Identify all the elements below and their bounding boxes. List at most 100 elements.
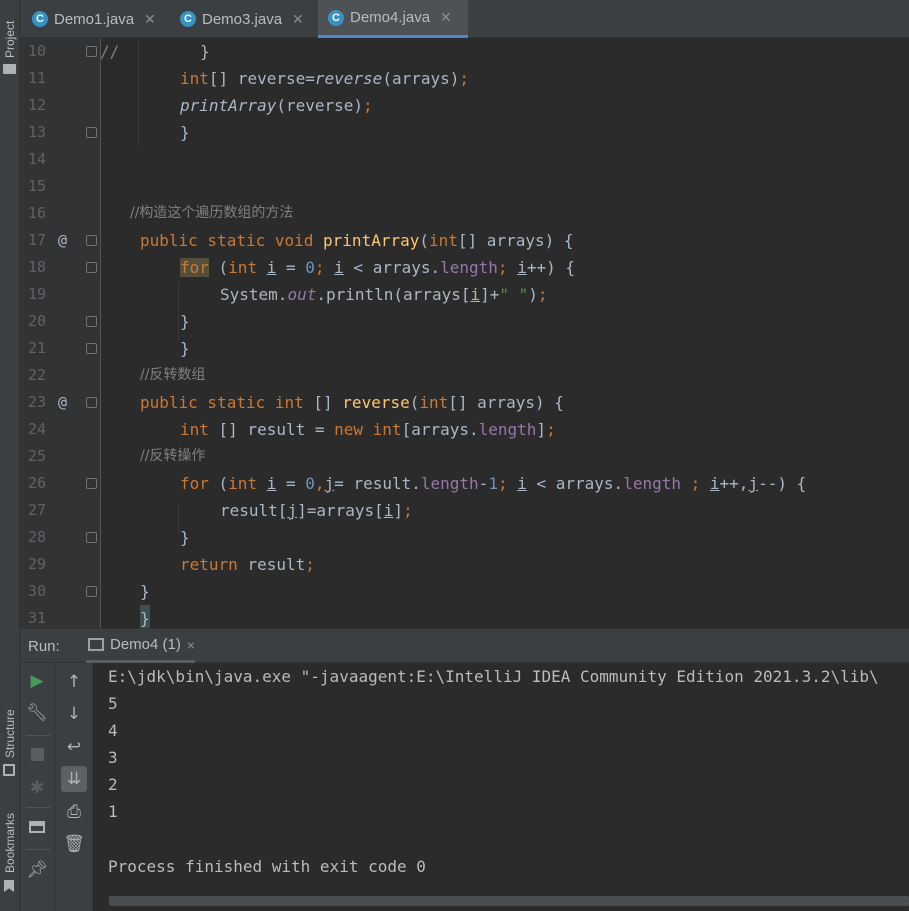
console-command-line: E:\jdk\bin\java.exe "-javaagent:E:\Intel… [108,667,879,686]
code-line-17: 17 @ public static void printArray(int[]… [20,227,909,254]
code-variable: j [287,501,298,520]
line-number: 25 [27,447,46,465]
fold-icon[interactable] [86,478,97,489]
close-icon[interactable]: ✕ [144,11,156,28]
toolbar-divider [26,849,50,850]
code-line-12: 12 printArray(reverse); [20,92,909,119]
code-line-23: 23 @ public static int [] reverse(int[] … [20,389,909,416]
soft-wrap-icon[interactable]: ↩ [61,734,87,760]
trash-icon[interactable]: 🗑︎ [61,831,87,857]
code-text: ( [409,393,420,412]
folder-icon[interactable] [3,64,16,74]
console-icon [88,638,104,651]
console-line: 2 [108,775,118,794]
override-marker-icon[interactable]: @ [58,389,67,416]
bookmark-icon[interactable] [4,880,14,892]
pin-icon[interactable]: 📌︎ [24,857,50,883]
line-number: 13 [27,123,46,141]
close-icon[interactable]: ✕ [292,11,304,28]
code-text: System. [220,285,288,304]
line-number: 18 [27,258,46,276]
code-text: ( [208,474,229,493]
stop-icon[interactable] [24,741,50,767]
code-variable: i [266,258,277,277]
console-output[interactable]: E:\jdk\bin\java.exe "-javaagent:E:\Intel… [93,663,909,911]
code-text: = [276,258,306,277]
line-number: 29 [27,555,46,573]
override-marker-icon[interactable]: @ [58,227,67,254]
tab-demo1[interactable]: C Demo1.java ✕ [26,0,168,38]
run-icon[interactable]: ▶ [24,668,50,694]
fold-icon[interactable] [86,316,97,327]
code-text: [] arrays) { [448,393,564,412]
line-number: 19 [27,285,46,303]
tab-label: Demo1.java [54,10,135,28]
code-variable: i [517,474,527,493]
fold-icon[interactable] [86,532,97,543]
code-line-19: 19 System.out.println(arrays[i]+" "); [20,281,909,308]
line-number: 23 [27,393,46,411]
scroll-to-end-icon[interactable]: ⇊ [61,766,87,792]
code-line-11: 11 int[] reverse=reverse(arrays); [20,65,909,92]
code-text: result[ [220,501,288,520]
tab-demo3[interactable]: C Demo3.java ✕ [174,0,318,38]
close-icon[interactable]: × [187,637,195,653]
layout-icon[interactable] [24,814,50,840]
line-number: 10 [27,42,46,60]
horizontal-scrollbar[interactable] [109,896,909,906]
code-text: < arrays. [343,258,441,277]
code-text: ++) { [526,258,575,277]
code-method-name: reverse [342,393,410,412]
code-text: (arrays) [382,69,460,88]
code-keyword: int [419,393,449,412]
toolbar-divider [26,807,50,808]
line-number: 31 [27,609,46,627]
run-tab-demo4[interactable]: Demo4 (1) × [86,629,196,663]
fold-icon[interactable] [86,586,97,597]
code-text: ( [419,231,429,250]
code-line-30: 30 } [20,578,909,605]
run-toolbar-left: ▶ 🔧︎ ✱ 📌︎ [20,663,55,911]
code-variable: i [517,258,527,277]
line-number: 17 [27,231,46,249]
code-line-31: 31 } [20,605,909,628]
arrow-up-icon[interactable]: ↑ [61,669,87,695]
structure-icon[interactable] [3,764,15,776]
fold-icon[interactable] [86,46,97,57]
code-keyword: int [429,231,458,250]
close-icon[interactable]: ✕ [440,9,452,26]
code-text: } [140,605,150,628]
code-line-28: 28 } [20,524,909,551]
bookmarks-label: Bookmarks [3,812,17,873]
tab-demo4[interactable]: C Demo4.java ✕ [318,0,468,38]
structure-label: Structure [3,709,17,758]
line-number: 22 [27,366,46,384]
code-comment: //反转数组 [140,367,206,383]
fold-icon[interactable] [86,343,97,354]
fold-icon[interactable] [86,127,97,138]
code-keyword: int [372,420,402,439]
code-comment: //构造这个遍历数组的方法 [130,205,294,221]
fold-icon[interactable] [86,397,97,408]
code-text: } [200,42,210,61]
code-editor[interactable]: 10 // } 11 int[] reverse=reverse(arrays)… [20,38,909,628]
code-text: ] [536,420,547,439]
wrench-icon[interactable]: 🔧︎ [24,700,50,726]
debug-disabled-icon[interactable]: ✱ [24,775,50,801]
code-line-24: 24 int [] result = new int[arrays.length… [20,416,909,443]
code-punct: ; [680,474,710,493]
code-text: < arrays. [526,474,624,493]
code-line-15: 15 [20,173,909,200]
print-icon[interactable]: ⎙ [61,799,87,825]
code-text: [] reverse= [208,69,315,88]
fold-icon[interactable] [86,235,97,246]
project-tool-button[interactable]: Project [0,0,20,60]
code-text: - [478,474,489,493]
fold-icon[interactable] [86,262,97,273]
code-keyword: public static int [140,393,314,412]
bookmarks-tool-button[interactable]: Bookmarks [0,795,20,875]
code-variable: i [334,258,344,277]
code-punct: ; [403,501,413,520]
arrow-down-icon[interactable]: ↓ [61,701,87,727]
structure-tool-button[interactable]: Structure [0,690,20,760]
